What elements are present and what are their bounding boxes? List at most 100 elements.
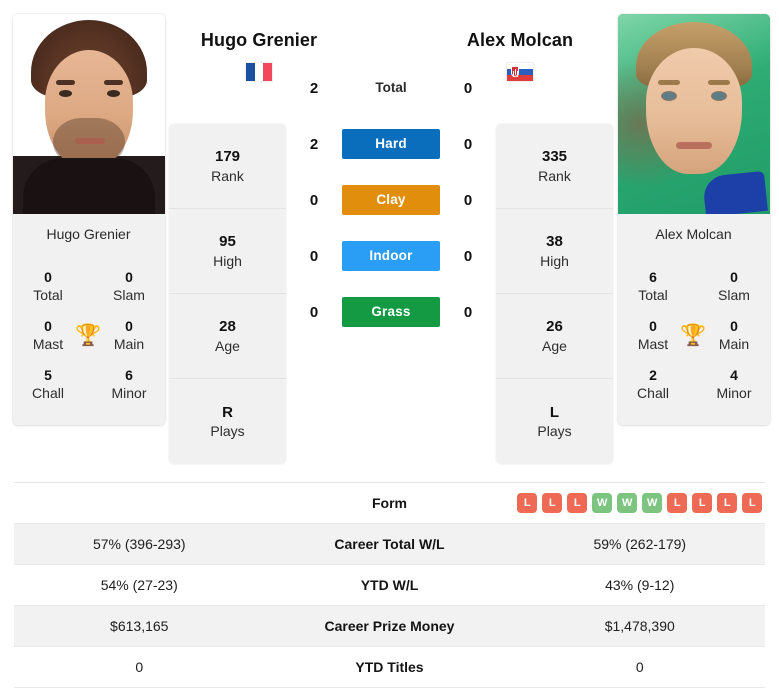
left-stat-age: 28 Age [169, 294, 286, 379]
right-titles-row-1: 6 Total 0 Slam [618, 262, 770, 311]
player-comparison-page: Hugo Grenier Alex Molcan Hugo Grenier 0 … [0, 0, 779, 699]
left-titles-slam: 0 Slam [113, 269, 145, 303]
left-player-card[interactable]: Hugo Grenier 0 Total 0 Slam 0 Mast 🏆 0 M… [12, 14, 165, 425]
h2h-hard-left-score: 2 [309, 135, 319, 153]
h2h-clay-label-wrap: Clay [342, 185, 440, 215]
h2h-hard-label-wrap: Hard [342, 129, 440, 159]
h2h-row-total: 2 Total 0 [286, 60, 496, 116]
right-player-card[interactable]: Alex Molcan 6 Total 0 Slam 0 Mast 🏆 0 Ma… [617, 14, 770, 425]
h2h-row-indoor: 0 Indoor 0 [286, 228, 496, 284]
right-titles-slam: 0 Slam [718, 269, 750, 303]
left-titles-minor: 6 Minor [111, 367, 147, 401]
form-badge[interactable]: W [592, 493, 613, 513]
h2h-grass-label-wrap: Grass [342, 297, 440, 327]
trophy-icon: 🏆 [75, 324, 102, 347]
ytd-titles-right: 0 [635, 659, 644, 675]
h2h-indoor-label-wrap: Indoor [342, 241, 440, 271]
right-titles-row-2: 0 Mast 🏆 0 Main [618, 311, 770, 360]
right-titles-row-3: 2 Chall 4 Minor [618, 360, 770, 409]
right-stat-rank: 335 Rank [496, 124, 613, 209]
left-player-titles-summary: 0 Total 0 Slam 0 Mast 🏆 0 Main 5 Chall 6… [12, 252, 165, 425]
left-stat-stack-column: 179 Rank 95 High 28 Age R Plays [169, 0, 286, 464]
right-titles-chall: 2 Chall [637, 367, 669, 401]
left-stat-plays: R Plays [210, 403, 245, 440]
right-titles-main: 0 Main [718, 318, 750, 352]
right-titles-total: 6 Total [638, 269, 668, 303]
left-player-column: Hugo Grenier 0 Total 0 Slam 0 Mast 🏆 0 M… [0, 0, 169, 425]
left-player-photo [12, 14, 165, 214]
left-titles-total: 0 Total [33, 269, 63, 303]
h2h-total-label-wrap: Total [342, 79, 440, 97]
right-stat-age: 26 Age [496, 294, 613, 379]
left-titles-row-1: 0 Total 0 Slam [13, 262, 165, 311]
h2h-grass-left-score: 0 [309, 303, 319, 321]
form-badge[interactable]: L [567, 493, 588, 513]
comparison-top-section: Hugo Grenier 0 Total 0 Slam 0 Mast 🏆 0 M… [0, 0, 779, 478]
table-row-career-prize-money: $613,165 Career Prize Money $1,478,390 [14, 606, 765, 647]
h2h-total-label: Total [375, 80, 407, 95]
left-stat-stack: 179 Rank 95 High 28 Age R Plays [169, 124, 286, 464]
ytd-titles-label: YTD Titles [355, 659, 424, 675]
h2h-row-clay: 0 Clay 0 [286, 172, 496, 228]
left-titles-mast: 0 Mast [32, 318, 64, 352]
form-badge[interactable]: L [542, 493, 563, 513]
left-player-card-name: Hugo Grenier [12, 214, 165, 252]
right-titles-mast: 0 Mast [637, 318, 669, 352]
career-prize-money-label: Career Prize Money [324, 618, 455, 634]
h2h-indoor-left-score: 0 [309, 247, 319, 265]
table-row-ytd-wl: 54% (27-23) YTD W/L 43% (9-12) [14, 565, 765, 606]
surface-badge-clay[interactable]: Clay [342, 185, 440, 215]
ytd-titles-left: 0 [135, 659, 144, 675]
form-badge[interactable]: W [642, 493, 663, 513]
h2h-indoor-right-score: 0 [463, 247, 473, 265]
form-badge[interactable]: L [667, 493, 688, 513]
table-row-ytd-titles: 0 YTD Titles 0 [14, 647, 765, 688]
form-badge[interactable]: L [517, 493, 538, 513]
left-titles-row-3: 5 Chall 6 Minor [13, 360, 165, 409]
head-to-head-rows: 2 Total 0 2 Hard 0 0 Clay 0 0 Indoor 0 0… [286, 60, 496, 340]
form-badge[interactable]: L [717, 493, 738, 513]
form-row-label: Form [372, 495, 407, 511]
career-total-wl-label: Career Total W/L [334, 536, 445, 552]
left-stat-high: 95 High [169, 209, 286, 294]
right-stat-high: 38 High [496, 209, 613, 294]
career-total-wl-right: 59% (262-179) [593, 536, 687, 552]
right-form-badges: L L L W W W L L L L [515, 493, 766, 513]
comparison-stats-table: Form L L L W W W L L L L 57% (396-293) C… [14, 482, 765, 688]
career-total-wl-left: 57% (396-293) [92, 536, 186, 552]
left-titles-chall: 5 Chall [32, 367, 64, 401]
form-right-value: L L L W W W L L L L [515, 493, 766, 513]
form-badge[interactable]: L [692, 493, 713, 513]
ytd-wl-left: 54% (27-23) [100, 577, 178, 593]
h2h-total-left-score: 2 [309, 79, 319, 97]
right-player-photo [617, 14, 770, 214]
trophy-icon: 🏆 [680, 324, 707, 347]
left-stat-rank: 179 Rank [169, 124, 286, 209]
left-titles-row-2: 0 Mast 🏆 0 Main [13, 311, 165, 360]
right-titles-minor: 4 Minor [716, 367, 752, 401]
surface-badge-hard[interactable]: Hard [342, 129, 440, 159]
h2h-hard-right-score: 0 [463, 135, 473, 153]
right-player-column: Alex Molcan 6 Total 0 Slam 0 Mast 🏆 0 Ma… [613, 0, 779, 425]
right-stat-stack: 335 Rank 38 High 26 Age L Plays [496, 124, 613, 464]
head-to-head-column: 2 Total 0 2 Hard 0 0 Clay 0 0 Indoor 0 0… [286, 0, 496, 340]
h2h-grass-right-score: 0 [463, 303, 473, 321]
h2h-row-hard: 2 Hard 0 [286, 116, 496, 172]
h2h-row-grass: 0 Grass 0 [286, 284, 496, 340]
table-row-career-total-wl: 57% (396-293) Career Total W/L 59% (262-… [14, 524, 765, 565]
right-player-titles-summary: 6 Total 0 Slam 0 Mast 🏆 0 Main 2 Chall 4… [617, 252, 770, 425]
h2h-clay-right-score: 0 [463, 191, 473, 209]
form-badge[interactable]: W [617, 493, 638, 513]
table-row-form: Form L L L W W W L L L L [14, 483, 765, 524]
form-badge[interactable]: L [742, 493, 763, 513]
ytd-wl-right: 43% (9-12) [605, 577, 675, 593]
career-prize-money-left: $613,165 [110, 618, 169, 634]
h2h-clay-left-score: 0 [309, 191, 319, 209]
right-stat-plays: L Plays [537, 403, 572, 440]
career-prize-money-right: $1,478,390 [604, 618, 675, 634]
right-player-card-name: Alex Molcan [617, 214, 770, 252]
surface-badge-grass[interactable]: Grass [342, 297, 440, 327]
h2h-total-right-score: 0 [463, 79, 473, 97]
surface-badge-indoor[interactable]: Indoor [342, 241, 440, 271]
ytd-wl-label: YTD W/L [360, 577, 419, 593]
